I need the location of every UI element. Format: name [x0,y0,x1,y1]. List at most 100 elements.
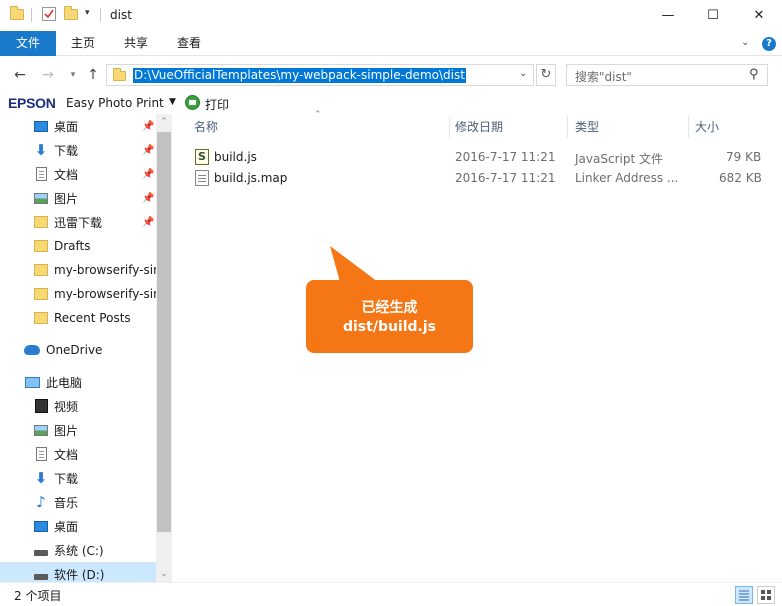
file-row[interactable]: build.js 2016-7-17 11:21 JavaScript 文件 7… [192,147,772,169]
nav-label: Drafts [54,239,91,253]
scroll-up-icon[interactable]: ⌃ [156,114,172,130]
nav-label: 下载 [54,143,79,158]
nav-label: 软件 (D:) [54,567,105,582]
nav-item-drafts[interactable]: Drafts [0,234,156,258]
forward-arrow-icon[interactable]: → [39,66,57,84]
tab-view[interactable]: 查看 [168,31,210,56]
nav-item-music[interactable]: ♪ 音乐 [0,490,156,514]
epson-toolbar: EPSON Easy Photo Print ▼ 打印 [0,92,782,114]
nav-label: 图片 [54,423,79,438]
nav-scrollbar-thumb[interactable] [157,132,171,532]
properties-icon[interactable] [42,7,56,21]
folder-icon [33,286,49,302]
window-title: dist [110,8,132,22]
nav-label: 音乐 [54,495,79,510]
nav-label: Recent Posts [54,311,131,325]
nav-label: my-browserify-sir [54,287,156,301]
folder-icon [10,6,24,21]
tab-share[interactable]: 共享 [115,31,157,56]
file-name[interactable]: build.js.map [214,171,287,185]
nav-item-pc-downloads[interactable]: ⬇ 下载 [0,466,156,490]
nav-item-desktop[interactable]: 桌面 📌 [0,114,156,138]
search-icon[interactable]: ⚲ [749,67,759,82]
nav-item-pc-pictures[interactable]: 图片 [0,418,156,442]
print-button[interactable]: 打印 [205,96,229,113]
download-icon: ⬇ [34,469,48,487]
column-separator[interactable] [688,116,689,138]
minimize-button[interactable]: — [645,0,691,30]
search-box[interactable]: 搜索"dist" ⚲ [566,64,768,86]
nav-label: 图片 [54,191,79,206]
file-date: 2016-7-17 11:21 [455,171,556,185]
callout-line1: 已经生成 [361,300,418,316]
nav-label: 此电脑 [46,375,83,390]
nav-label: OneDrive [46,343,103,357]
nav-item-pictures[interactable]: 图片 📌 [0,186,156,210]
status-bar: 2 个项目 [0,582,782,606]
column-header-date[interactable]: 修改日期 [455,114,503,140]
nav-item-browserify-2[interactable]: my-browserify-sir [0,282,156,306]
help-button[interactable]: ? [762,37,776,51]
new-folder-icon[interactable] [64,6,78,21]
tab-home[interactable]: 主页 [62,31,104,56]
epson-logo: EPSON [8,95,56,111]
address-dropdown-icon[interactable]: ⌄ [519,68,527,79]
item-count: 2 个项目 [14,589,62,603]
nav-item-videos[interactable]: 视频 [0,394,156,418]
column-header-name[interactable]: 名称 [194,114,218,140]
nav-item-onedrive[interactable]: OneDrive [0,338,156,362]
pin-icon: 📌 [142,168,155,180]
picture-icon [33,190,49,206]
pin-icon: 📌 [142,216,155,228]
nav-item-browserify-1[interactable]: my-browserify-sir [0,258,156,282]
details-view-button[interactable] [735,586,753,604]
file-size: 682 KB [719,171,762,185]
nav-scrollbar[interactable]: ⌃ ⌄ [156,114,172,582]
nav-item-drive-d[interactable]: 软件 (D:) [0,562,156,582]
close-button[interactable]: ✕ [736,0,782,30]
nav-item-pc-desktop[interactable]: 桌面 [0,514,156,538]
tab-file[interactable]: 文件 [0,31,56,56]
navigation-pane: 桌面 📌 ⬇ 下载 📌 文档 📌 图片 📌 迅雷下载 📌 Drafts my-b… [0,114,172,582]
easy-photo-print-button[interactable]: Easy Photo Print [66,96,164,110]
nav-label: 视频 [54,399,79,414]
file-row[interactable]: build.js.map 2016-7-17 11:21 Linker Addr… [192,168,772,190]
nav-item-documents[interactable]: 文档 📌 [0,162,156,186]
pin-icon: 📌 [142,120,155,132]
desktop-icon [33,518,49,534]
recent-locations-icon[interactable]: ▾ [64,66,82,84]
folder-icon [33,310,49,326]
computer-icon [24,374,40,390]
large-icons-view-button[interactable] [757,586,775,604]
column-header-type[interactable]: 类型 [575,114,599,140]
scroll-down-icon[interactable]: ⌄ [156,566,172,582]
maximize-button[interactable]: ☐ [690,0,736,30]
column-separator[interactable] [567,116,568,138]
cloud-icon [24,342,40,358]
quick-access-dropdown-icon[interactable]: ▾ [85,8,90,18]
video-icon [33,398,49,414]
file-type: Linker Address ... [575,171,679,185]
refresh-icon[interactable]: ↻ [536,64,556,86]
address-path[interactable]: D:\VueOfficialTemplates\my-webpack-simpl… [133,68,466,83]
file-name[interactable]: build.js [214,150,257,164]
nav-item-downloads[interactable]: ⬇ 下载 📌 [0,138,156,162]
up-arrow-icon[interactable]: ↑ [84,66,102,84]
download-icon: ⬇ [34,141,48,159]
column-separator[interactable] [449,116,450,138]
column-header-size[interactable]: 大小 [695,114,719,140]
search-input[interactable]: 搜索"dist" [575,68,632,85]
easy-photo-print-dropdown-icon[interactable]: ▼ [169,97,176,107]
map-file-icon [195,170,209,186]
nav-item-pc-documents[interactable]: 文档 [0,442,156,466]
title-bar: ▾ dist — ☐ ✕ [0,0,782,31]
nav-item-drive-c[interactable]: 系统 (C:) [0,538,156,562]
nav-item-this-pc[interactable]: 此电脑 [0,370,156,394]
nav-item-recent-posts[interactable]: Recent Posts [0,306,156,330]
nav-label: 文档 [54,447,79,462]
nav-item-xunlei[interactable]: 迅雷下载 📌 [0,210,156,234]
address-bar[interactable]: D:\VueOfficialTemplates\my-webpack-simpl… [106,64,534,86]
expand-ribbon-icon[interactable]: ⌄ [741,37,749,48]
separator [31,8,32,22]
back-arrow-icon[interactable]: ← [11,66,29,84]
